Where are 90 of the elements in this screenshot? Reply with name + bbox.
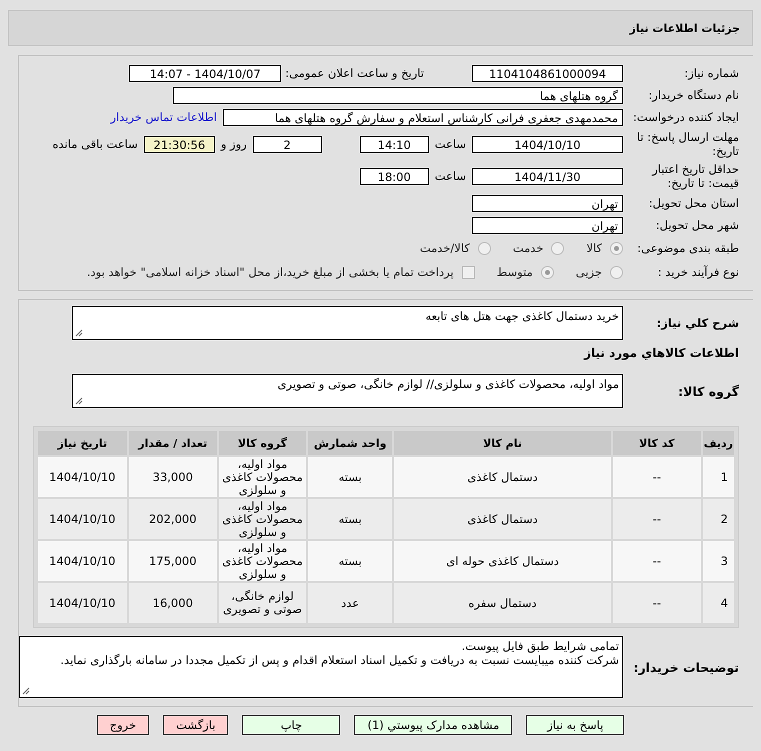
city-field: تهران xyxy=(472,216,623,234)
province-field: تهران xyxy=(472,194,623,212)
description-field: خرید دستمال کاغذی جهت هتل های تابعه xyxy=(72,306,623,340)
table-cell: 4 xyxy=(702,583,734,623)
column-header: گروه کالا xyxy=(218,431,306,455)
column-header: تعداد / مقدار xyxy=(128,431,217,455)
buyer-contact-link[interactable]: اطلاعات تماس خریدار xyxy=(110,110,217,124)
radio-button[interactable] xyxy=(551,242,564,254)
validity-time-field: 18:00 xyxy=(360,168,429,184)
table-cell: بسته xyxy=(308,457,392,497)
radio-button[interactable] xyxy=(478,242,491,254)
field-label: شهر محل تحویل: xyxy=(654,218,739,232)
table-cell: 33,000 xyxy=(128,457,217,497)
field-label: شماره نیاز: xyxy=(683,66,739,80)
action-button[interactable]: خروج xyxy=(96,715,150,735)
table-cell: عدد xyxy=(308,583,392,623)
radio-button[interactable] xyxy=(610,242,623,254)
table-cell: مواد اولیه، محصولات کاغذی و سلولزی xyxy=(218,499,306,539)
deadline-date-field: 1404/10/10 xyxy=(472,136,623,152)
column-header: واحد شمارش xyxy=(308,431,392,455)
table-cell: -- xyxy=(612,499,701,539)
field-label: ایجاد کننده درخواست: xyxy=(632,110,739,124)
time-label: ساعت xyxy=(434,137,466,151)
goods-group-field: مواد اولیه، محصولات کاغذی و سلولزی// لوازم خانگی، صوتی و تصویری xyxy=(72,374,623,408)
action-button[interactable]: چاپ xyxy=(242,715,340,735)
table-cell: -- xyxy=(612,583,701,623)
table-cell: دستمال کاغذی حوله ای xyxy=(394,541,611,581)
field-label: مهلت ارسال پاسخ: تا تاریخ: xyxy=(636,130,739,158)
field-label: نوع فرآیند خرید : xyxy=(656,265,739,279)
resize-grip-icon xyxy=(22,687,30,695)
radio-label: جزیی xyxy=(576,265,602,279)
action-button[interactable]: پاسخ به نیاز xyxy=(526,715,624,735)
table-cell: لوازم خانگی، صوتی و تصویری xyxy=(218,583,306,623)
buyer-name-field: گروه هتلهای هما xyxy=(173,86,623,104)
table-cell: بسته xyxy=(308,499,392,539)
field-label: نام دستگاه خریدار: xyxy=(647,88,739,102)
table-cell: 3 xyxy=(702,541,734,581)
remaining-label: ساعت باقی مانده xyxy=(52,137,138,151)
buyer-notes-field: تمامی شرایط طبق فایل پیوست. شرکت کننده میبایست نسبت به دریافت و تکمیل اسناد استعلام اقدام و پس از تکمیل مجددا در سامانه بارگذاری نماید. xyxy=(19,636,623,698)
field-label: توضیحات خریدار: xyxy=(632,660,739,674)
table-cell: 175,000 xyxy=(128,541,217,581)
radio-button[interactable] xyxy=(610,266,623,278)
column-header: نام کالا xyxy=(394,431,611,455)
field-label: تاریخ و ساعت اعلان عمومی: xyxy=(285,66,424,80)
days-label: روز و xyxy=(220,137,247,151)
table-cell: -- xyxy=(612,541,701,581)
field-label: طبقه بندی موضوعی: xyxy=(636,241,739,255)
table-cell: 2 xyxy=(702,499,734,539)
table-cell: مواد اولیه، محصولات کاغذی و سلولزی xyxy=(218,457,306,497)
action-button[interactable]: بازگشت xyxy=(163,715,228,735)
radio-label: کالا xyxy=(586,241,602,255)
need-number-field: 1104104861000094 xyxy=(472,64,623,82)
column-header: کد کالا xyxy=(612,431,701,455)
days-field: 2 xyxy=(252,136,322,152)
table-cell: 202,000 xyxy=(128,499,217,539)
table-cell: 16,000 xyxy=(128,583,217,623)
checkbox[interactable] xyxy=(462,266,475,278)
page-title: جزئیات اطلاعات نیاز xyxy=(630,22,740,34)
table-cell: 1404/10/10 xyxy=(38,457,127,497)
field-label: استان محل تحویل: xyxy=(648,196,739,210)
field-label: حداقل تاریخ اعتبار قیمت: تا تاریخ: xyxy=(650,162,739,190)
deadline-time-field: 14:10 xyxy=(360,136,429,152)
table-cell: مواد اولیه، محصولات کاغذی و سلولزی xyxy=(218,541,306,581)
table-cell: 1 xyxy=(702,457,734,497)
table-cell: دستمال سفره xyxy=(394,583,611,623)
remaining-time-field: 21:30:56 xyxy=(144,136,215,152)
field-label: شرح کلي نیاز: xyxy=(656,316,739,330)
time-label: ساعت xyxy=(434,169,466,183)
announce-date-field: 1404/10/07 - 14:07 xyxy=(129,64,282,82)
requester-field: محمدمهدی جعفری فرانی کارشناس استعلام و سفارش گروه هتلهای هما xyxy=(223,108,623,126)
column-header: تاریخ نیاز xyxy=(38,431,127,455)
validity-date-field: 1404/11/30 xyxy=(472,168,623,184)
table-cell: 1404/10/10 xyxy=(38,583,127,623)
table-cell: 1404/10/10 xyxy=(38,499,127,539)
resize-grip-icon xyxy=(75,397,83,405)
resize-grip-icon xyxy=(75,329,83,337)
table-cell: دستمال کاغذی xyxy=(394,457,611,497)
radio-button[interactable] xyxy=(540,266,554,278)
table-cell: 1404/10/10 xyxy=(38,541,127,581)
field-label: گروه کالا: xyxy=(677,384,739,398)
radio-label: متوسط xyxy=(496,265,533,279)
table-cell: -- xyxy=(612,457,701,497)
radio-label: کالا/خدمت xyxy=(420,241,470,255)
column-header: ردیف xyxy=(702,431,734,455)
table-cell: بسته xyxy=(308,541,392,581)
section-title: اطلاعات کالاهاي مورد نیاز xyxy=(582,345,740,362)
checkbox-label: پرداخت تمام یا بخشی از مبلغ خرید،از محل "اسناد خزانه اسلامی" خواهد بود. xyxy=(86,265,454,279)
radio-label: خدمت xyxy=(512,241,544,255)
action-button[interactable]: مشاهده مدارک پیوستي (1) xyxy=(354,715,512,735)
table-cell: دستمال کاغذی xyxy=(394,499,611,539)
